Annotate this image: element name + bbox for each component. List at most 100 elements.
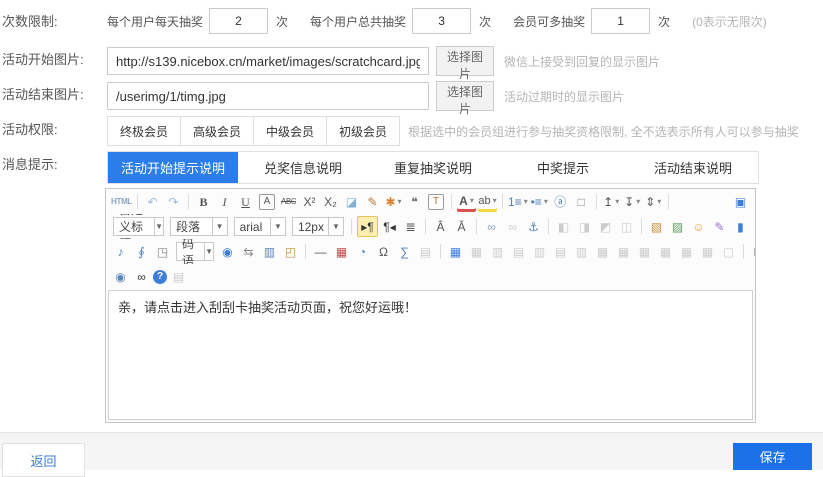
font-color-icon[interactable]: A [457,192,476,212]
font-family-dropdown[interactable]: arial▼ [234,217,286,236]
start-image-label: 活动开始图片: [0,46,102,74]
start-image-row: 活动开始图片: 选择图片 微信上接受到回复的显示图片 [0,46,823,76]
find-replace-icon[interactable]: ∞ [132,267,151,286]
dropdown-value: 自定义标题 [119,214,150,239]
time-icon[interactable]: ◔ [353,242,372,261]
end-image-pick-button[interactable]: 选择图片 [436,81,494,111]
date-icon[interactable]: ▦ [332,242,351,261]
attachment-icon[interactable]: ∮ [132,242,151,261]
fullscreen-icon[interactable]: ▣ [731,192,750,211]
member-level-senior-button[interactable]: 高级会员 [180,116,254,146]
image-inline-icon: ◨ [575,217,594,236]
code-language-dropdown[interactable]: 代码语言▼ [176,242,214,261]
member-extra-draw-input[interactable] [591,8,650,34]
image-manager-icon[interactable]: ▨ [668,217,687,236]
indent-first-line-icon[interactable]: ▸¶ [357,216,378,237]
highlight-color-icon[interactable]: ab [478,192,497,212]
limit-unit-label: 次 [479,13,491,30]
end-image-url-input[interactable] [107,82,429,110]
insert-image-icon[interactable]: ▧ [647,217,666,236]
back-button[interactable]: 返回 [2,443,85,477]
limits-row: 次数限制: 每个用户每天抽奖次每个用户总共抽奖次会员可多抽奖次(0表示无限次) [0,8,823,36]
map-icon[interactable]: ◉ [218,242,237,261]
anchor-icon[interactable]: ⚓ [524,217,543,236]
preview-icon[interactable]: ◉ [111,267,130,286]
paste-word-icon[interactable]: T [428,194,444,210]
chevron-down-icon: ▼ [328,218,343,235]
tab-repeat-draw-note[interactable]: 重复抽奖说明 [368,152,498,183]
blockquote-icon[interactable]: ❝ [405,192,424,211]
image-center-icon: ◫ [617,217,636,236]
font-size-dropdown[interactable]: 12px▼ [292,217,344,236]
tab-redeem-info-note[interactable]: 兑奖信息说明 [238,152,368,183]
bold-icon[interactable]: B [194,192,213,211]
toolbar-separator [351,219,352,234]
image-float-right-icon: ◩ [596,217,615,236]
member-level-middle-button[interactable]: 中级会员 [253,116,327,146]
scrawl-icon[interactable]: ✎ [710,217,729,236]
italic-icon[interactable]: I [215,192,234,211]
paragraph-format-dropdown[interactable]: 段落▼ [170,217,227,236]
toolbar-separator [596,194,597,209]
to-uppercase-icon[interactable]: Â [431,217,450,236]
indent-icon[interactable]: ≣ [401,217,420,236]
superscript-icon[interactable]: X² [300,192,319,211]
subscript-icon[interactable]: X₂ [321,192,340,211]
ordered-list-icon[interactable]: 1≡ [508,192,528,211]
music-icon[interactable]: ♪ [111,242,130,261]
start-image-url-input[interactable] [107,47,429,75]
merge-cells-icon: ▦ [593,242,612,261]
daily-draw-limit-input[interactable] [209,8,268,34]
paragraph-backward-icon[interactable]: ¶◂ [380,217,399,236]
tab-activity-end-note[interactable]: 活动结束说明 [628,152,758,183]
editor-content[interactable]: 亲，请点击进入刮刮卡抽奖活动页面，祝您好运哦！ [108,290,753,420]
start-image-pick-button[interactable]: 选择图片 [436,46,494,76]
insert-video-icon[interactable]: ▮ [731,217,750,236]
message-tips-label: 消息提示: [0,151,102,179]
to-lowercase-icon[interactable]: Ǎ [452,217,471,236]
limits-label: 次数限制: [0,8,102,36]
special-char-icon[interactable]: Ω [374,242,393,261]
paragraph-spacing-top-icon[interactable]: ↥ [602,192,621,211]
total-draw-limit-input[interactable] [412,8,471,34]
format-painter-icon[interactable]: ✎ [363,192,382,211]
image-float-left-icon: ◧ [554,217,573,236]
paragraph-spacing-bottom-icon[interactable]: ↧ [623,192,642,211]
redo-icon[interactable]: ↷ [164,192,183,211]
help-icon[interactable]: ? [153,270,167,284]
print-icon[interactable]: ⊟ [749,242,755,261]
snapshot-icon[interactable]: ◰ [281,242,300,261]
emoji-icon[interactable]: ☺ [689,217,708,236]
toolbar-row: ♪∮◳代码语言▼◉⇆▥◰—▦◔Ω∑▤▦▦▥▤▥▤▥▦▦▦▦▦▦▢⊟ [106,239,755,264]
source-code-button[interactable]: HTML [111,192,132,211]
end-image-hint: 活动过期时的显示图片 [504,88,624,105]
dropdown-value: 代码语言 [182,239,200,264]
permission-row: 活动权限: 终极会员高级会员中级会员初级会员 根据选中的会员组进行参与抽奖资格限… [0,116,823,146]
member-level-ultimate-button[interactable]: 终极会员 [107,116,181,146]
underline-icon[interactable]: U [236,192,255,211]
line-height-icon[interactable]: ⇕ [644,192,663,211]
anchor-a-icon[interactable]: ⓐ [551,192,570,211]
tab-winning-note[interactable]: 中奖提示 [498,152,628,183]
unordered-list-icon[interactable]: •≡ [530,192,549,211]
insert-table-icon[interactable]: ▦ [446,242,465,261]
blank-doc-icon[interactable]: □ [572,192,591,211]
horizontal-rule-icon[interactable]: — [311,242,330,261]
strikethrough-icon[interactable]: ABC [279,192,298,211]
chevron-down-icon: ▼ [204,243,213,260]
insert-doc-icon[interactable]: ◳ [153,242,172,261]
page-break-icon[interactable]: ⇆ [239,242,258,261]
save-button[interactable]: 保存 [733,443,812,470]
member-level-junior-button[interactable]: 初级会员 [326,116,400,146]
format-clear-icon[interactable]: ◪ [342,192,361,211]
auto-typeset-icon[interactable]: ✱ [384,192,403,211]
limits-fields: 每个用户每天抽奖次每个用户总共抽奖次会员可多抽奖次(0表示无限次) [107,8,823,34]
tab-activity-start-note[interactable]: 活动开始提示说明 [108,152,238,183]
font-border-icon[interactable]: A [259,194,275,210]
undo-icon[interactable]: ↶ [143,192,162,211]
link-icon[interactable]: ∞ [482,217,501,236]
custom-title-dropdown[interactable]: 自定义标题▼ [113,217,164,236]
insert-frame-icon[interactable]: ▥ [260,242,279,261]
doc-background-icon: ▢ [719,242,738,261]
formula-icon[interactable]: ∑ [395,242,414,261]
